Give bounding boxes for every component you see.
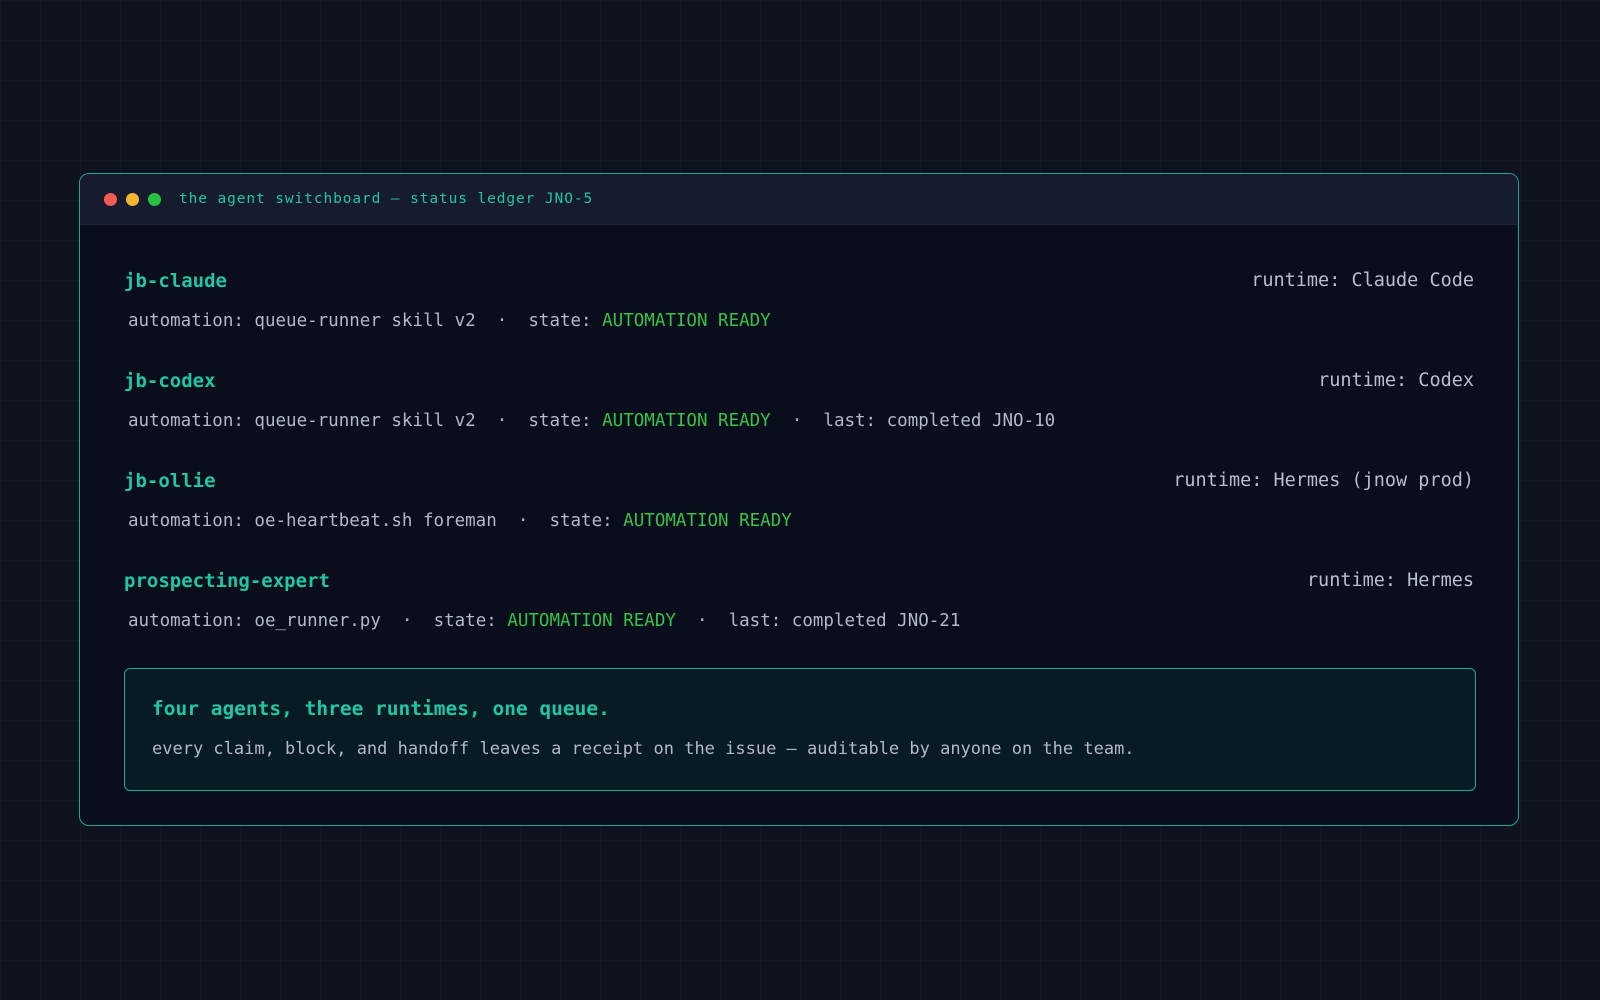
agent-last-run: last: completed JNO-21 (728, 611, 961, 631)
agent-name: prospecting-expert (124, 570, 330, 592)
agent-entry: jb-ollie runtime: Hermes (jnow prod) aut… (124, 425, 1474, 531)
agent-state: AUTOMATION READY (507, 611, 676, 631)
window-titlebar: the agent switchboard — status ledger JN… (80, 174, 1518, 225)
agent-state-label: state: (433, 611, 508, 631)
callout-heading: four agents, three runtimes, one queue. (152, 697, 610, 720)
separator: · (380, 611, 434, 631)
agent-name: jb-ollie (124, 470, 216, 492)
callout-body: every claim, block, and handoff leaves a… (152, 739, 1135, 759)
status-ledger: jb-claude runtime: Claude Code automatio… (80, 225, 1518, 791)
agent-runtime: runtime: Hermes (1306, 570, 1474, 591)
summary-callout: four agents, three runtimes, one queue. … (124, 668, 1476, 791)
minimize-window-button[interactable] (126, 192, 139, 206)
agent-list: jb-claude runtime: Claude Code automatio… (124, 225, 1474, 631)
window-title: the agent switchboard — status ledger JN… (179, 191, 594, 207)
agent-runtime: runtime: Hermes (jnow prod) (1173, 470, 1474, 491)
agent-name: jb-codex (124, 370, 216, 392)
agent-runtime: runtime: Claude Code (1251, 270, 1474, 291)
agent-runtime: runtime: Codex (1318, 370, 1474, 391)
agent-automation: automation: oe_runner.py (128, 611, 381, 631)
agent-entry: jb-claude runtime: Claude Code automatio… (124, 225, 1474, 331)
maximize-window-button[interactable] (148, 192, 161, 206)
agent-entry: jb-codex runtime: Codex automation: queu… (124, 325, 1474, 431)
close-window-button[interactable] (104, 192, 117, 206)
agent-entry: prospecting-expert runtime: Hermes autom… (124, 525, 1474, 631)
separator: · (675, 611, 729, 631)
agent-details: automation: oe_runner.py · state: AUTOMA… (128, 611, 960, 631)
switchboard-window: the agent switchboard — status ledger JN… (79, 173, 1519, 826)
agent-name: jb-claude (124, 270, 227, 292)
